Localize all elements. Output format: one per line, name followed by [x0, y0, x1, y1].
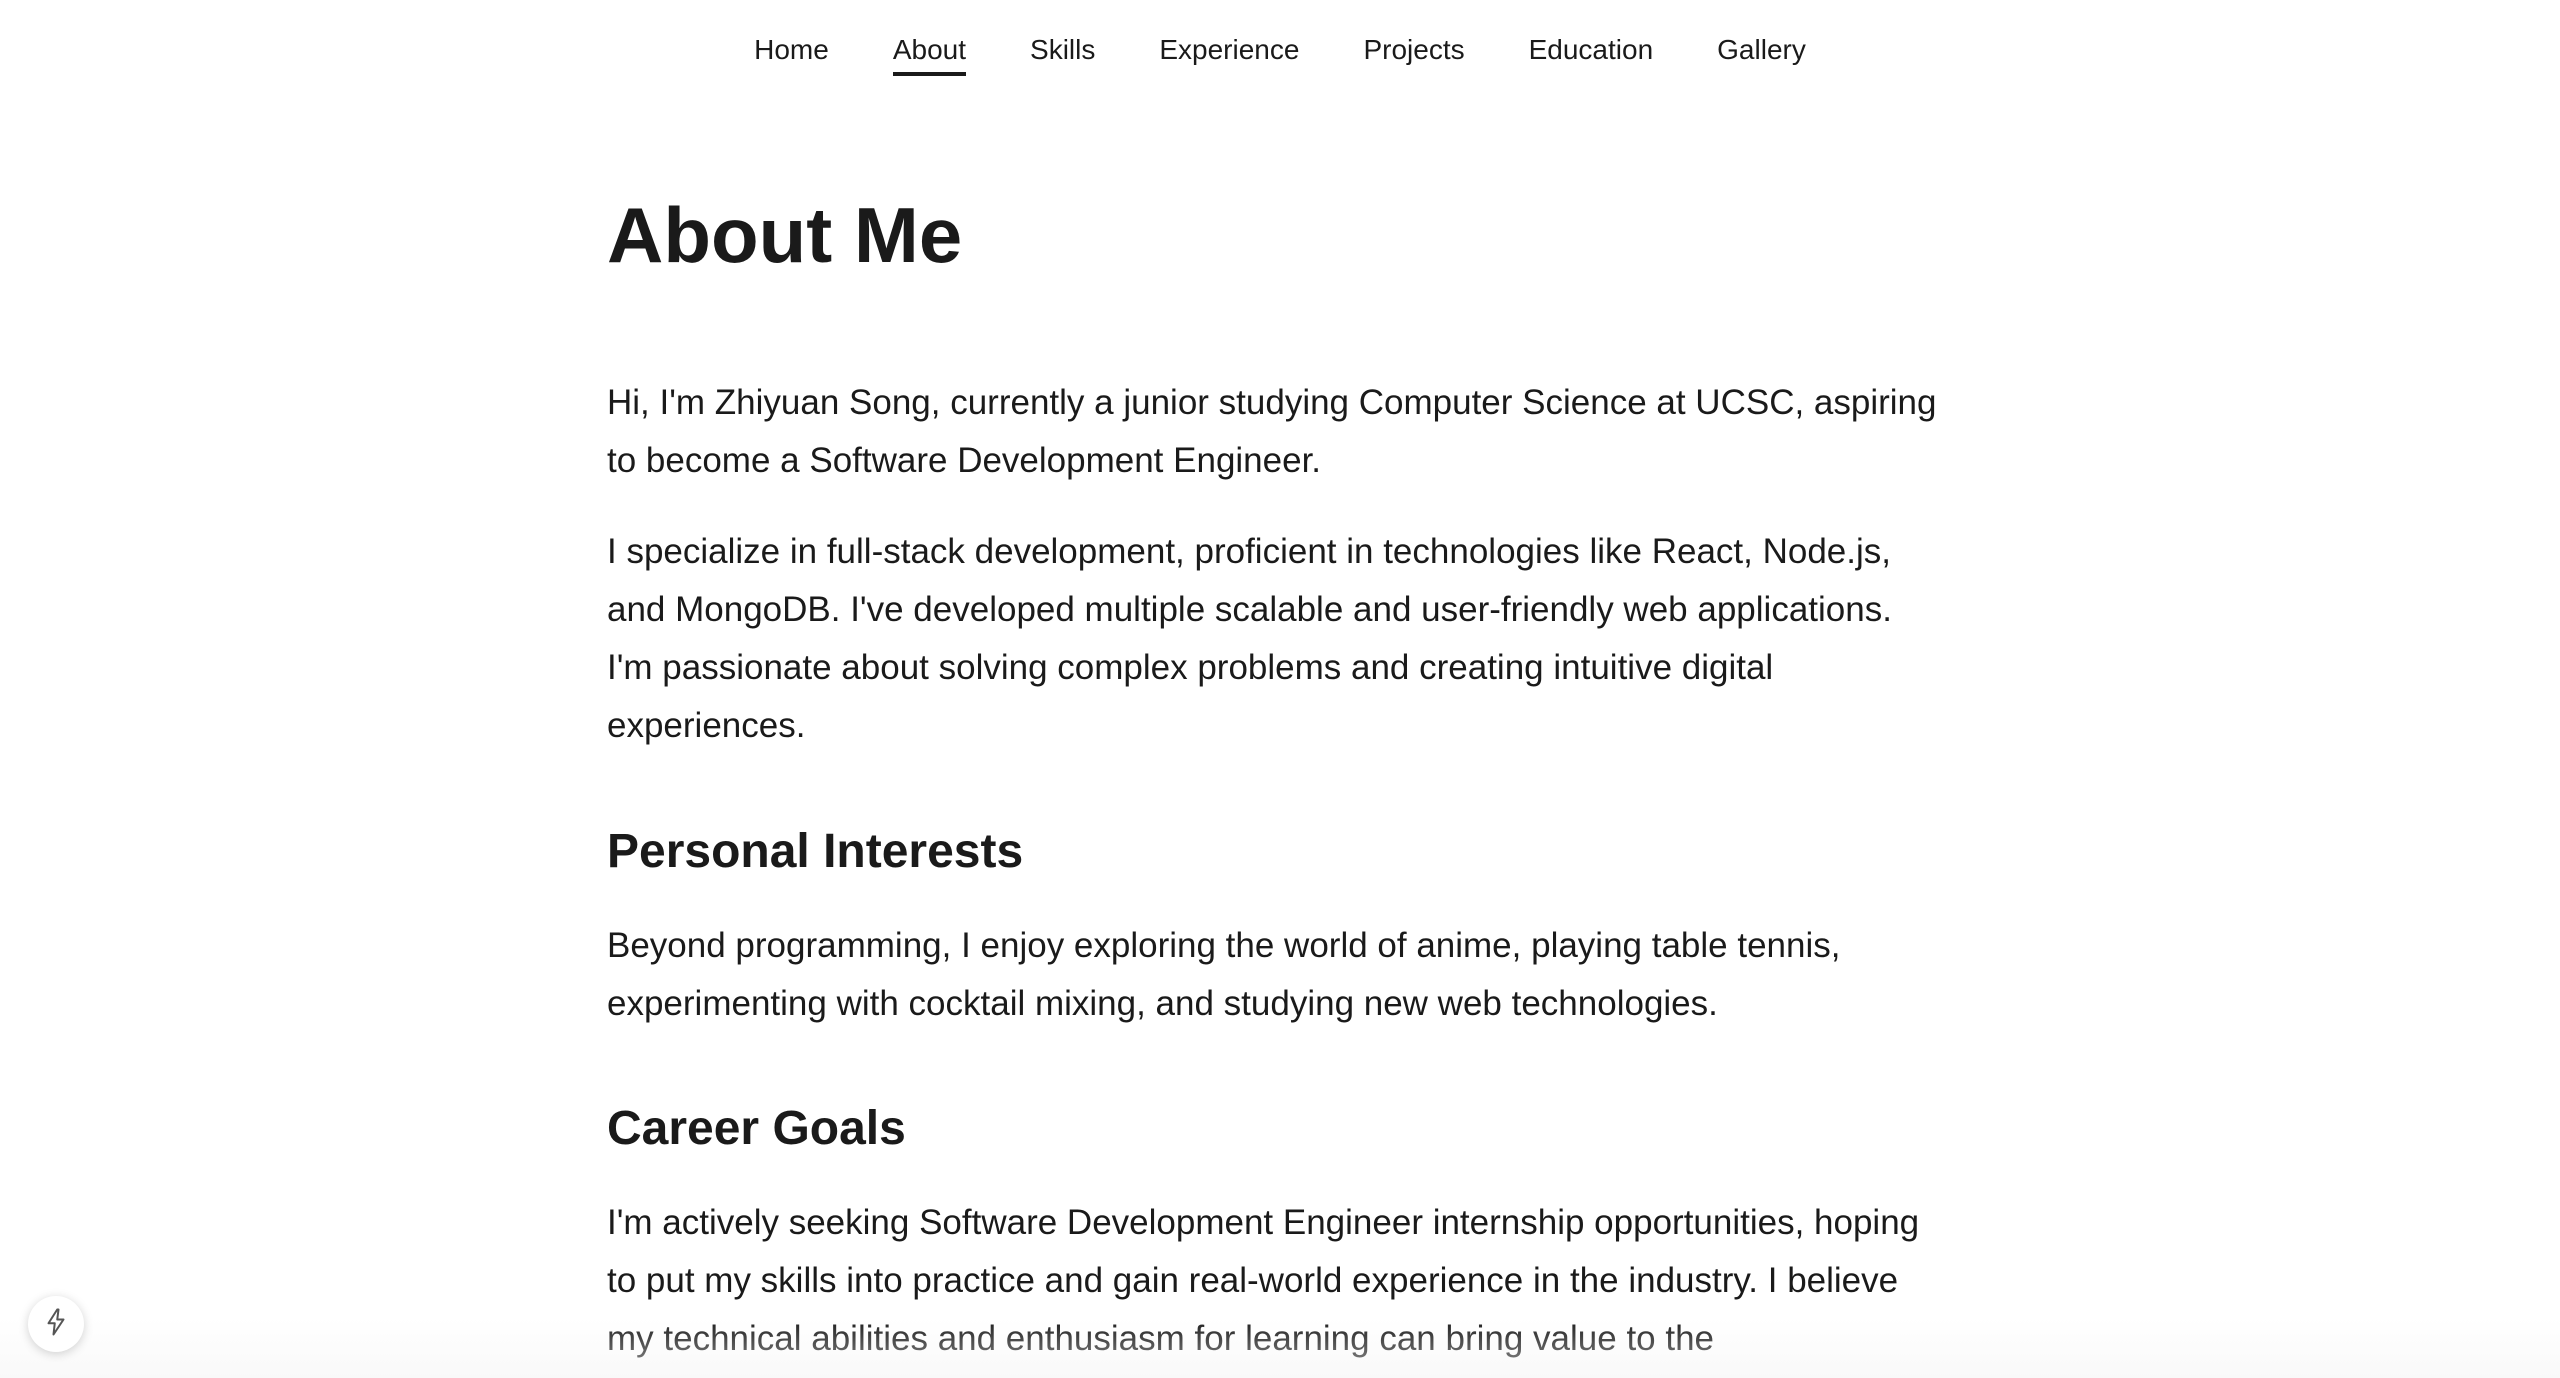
lightning-icon — [41, 1307, 71, 1342]
quick-action-button[interactable] — [28, 1296, 84, 1352]
intro-paragraph-1: Hi, I'm Zhiyuan Song, currently a junior… — [607, 383, 1937, 480]
intro-paragraph-2: I specialize in full-stack development, … — [607, 532, 1892, 745]
page-title: About Me — [607, 191, 963, 279]
nav-projects-link[interactable]: Projects — [1363, 33, 1464, 73]
career-paragraph: I'm actively seeking Software Developmen… — [607, 1203, 1920, 1358]
top-nav: Home About Skills Experience Projects Ed… — [0, 0, 2560, 100]
nav-links: Home About Skills Experience Projects Ed… — [722, 33, 1838, 76]
nav-gallery-link[interactable]: Gallery — [1717, 33, 1806, 73]
interests-paragraph: Beyond programming, I enjoy exploring th… — [607, 926, 1841, 1023]
career-heading: Career Goals — [607, 1102, 906, 1155]
nav-skills-link[interactable]: Skills — [1030, 33, 1095, 73]
interests-heading: Personal Interests — [607, 825, 1024, 878]
nav-home-link[interactable]: Home — [754, 33, 829, 73]
nav-education-link[interactable]: Education — [1529, 33, 1654, 73]
nav-about-link[interactable]: About — [892, 33, 967, 76]
nav-experience-link[interactable]: Experience — [1159, 33, 1299, 73]
